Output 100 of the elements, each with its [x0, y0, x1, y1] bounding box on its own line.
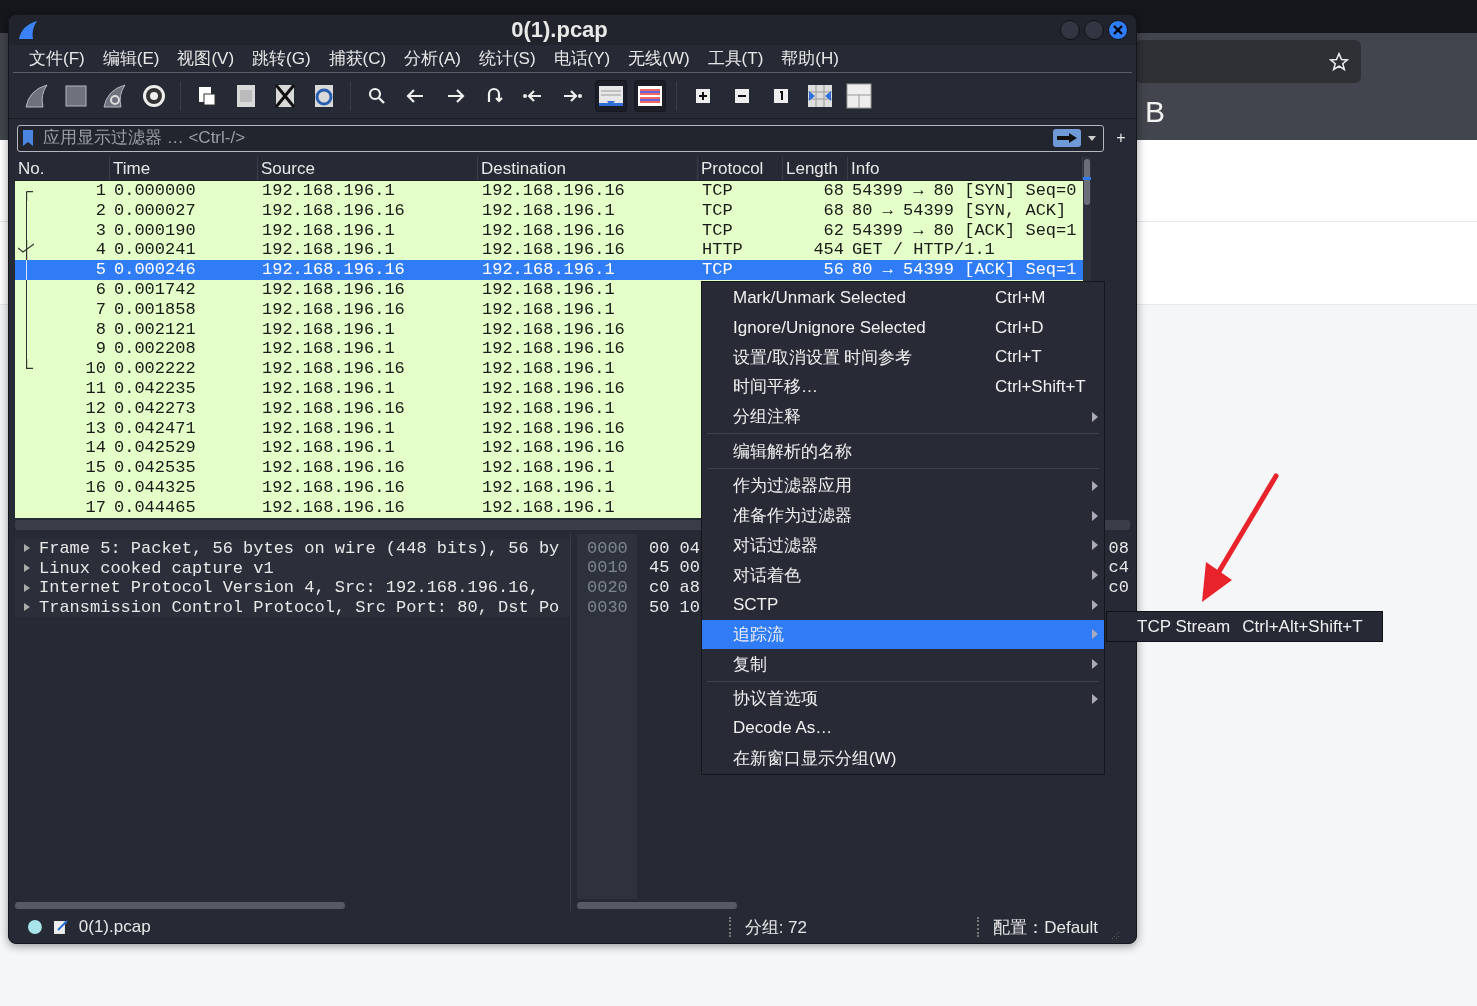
- column-header[interactable]: No.: [15, 157, 110, 180]
- table-cell-text: 0.042529: [113, 438, 197, 459]
- table-cell-text: 0.000027: [113, 200, 197, 221]
- hex-bytes: c0: [1108, 577, 1130, 598]
- edit-comment-icon[interactable]: [52, 919, 69, 935]
- scrollbar-thumb[interactable]: [1083, 157, 1091, 207]
- table-cell-text: 68: [822, 181, 845, 201]
- display-filter-field[interactable]: 应用显示过滤器 … <Ctrl-/>: [17, 124, 1104, 152]
- menu-item[interactable]: 帮助(H): [781, 47, 839, 70]
- table-cell-text: 0.000241: [113, 240, 197, 261]
- table-cell-text: 8: [95, 319, 107, 340]
- table-cell-text: 192.168.196.1: [261, 378, 396, 399]
- tree-item[interactable]: Frame 5: Packet, 56 bytes on wire (448 bits), 56 by: [15, 538, 570, 559]
- close-button[interactable]: [1108, 20, 1128, 40]
- packet-row[interactable]: 1 0.000000 192.168.196.1 192.168.196.16 TCP 68 54399 → 80 [SYN] Seq=0: [15, 181, 1083, 201]
- menu-item[interactable]: 文件(F): [29, 47, 85, 70]
- close-icon[interactable]: [1113, 25, 1123, 35]
- menu-item[interactable]: 无线(W): [628, 47, 690, 70]
- packet-row[interactable]: 5 0.000246 192.168.196.16 192.168.196.1 TCP 56 80 → 54399 [ACK] Seq=1: [15, 260, 1083, 280]
- hex-offset: 0010: [586, 558, 629, 578]
- column-header[interactable]: Time: [110, 157, 258, 180]
- table-cell-text: 62: [822, 220, 845, 241]
- menu-item[interactable]: 复制: [702, 649, 1104, 679]
- table-cell-text: 0.000190: [113, 220, 197, 241]
- menu-item[interactable]: 分析(A): [404, 47, 461, 70]
- tree-item[interactable]: Internet Protocol Version 4, Src: 192.168.196.16,: [15, 577, 570, 598]
- menu-item[interactable]: 捕获(C): [328, 47, 387, 70]
- column-header[interactable]: Destination: [478, 157, 698, 180]
- table-cell-text: 192.168.196.1: [481, 359, 616, 379]
- tree-item[interactable]: Transmission Control Protocol, Src Port: 80, Dst Po: [15, 597, 570, 618]
- table-cell-text: 192.168.196.16: [481, 181, 626, 201]
- table-cell-text: 11: [85, 378, 107, 399]
- table-cell-text: 192.168.196.16: [261, 477, 406, 498]
- menu-item[interactable]: 编辑(E): [102, 47, 160, 70]
- table-cell-text: 192.168.196.1: [261, 220, 396, 241]
- menu-item[interactable]: 对话过滤器: [702, 530, 1104, 561]
- table-cell-text: 12: [85, 398, 107, 419]
- add-filter-button[interactable]: +: [1114, 129, 1128, 147]
- star-icon[interactable]: [1329, 51, 1349, 72]
- plus-icon[interactable]: [695, 87, 711, 104]
- menu-item[interactable]: 对话着色: [702, 560, 1104, 590]
- hex-bytes: c0 a8: [648, 577, 700, 598]
- table-cell-text: 192.168.196.16: [481, 220, 626, 241]
- column-header[interactable]: Protocol: [698, 157, 783, 180]
- packet-row[interactable]: 4 0.000241 192.168.196.1 192.168.196.16 HTTP 454 GET / HTTP/1.1: [15, 240, 1083, 261]
- page-heading: B: [1145, 95, 1165, 129]
- table-cell-text: 192.168.196.1: [481, 477, 616, 498]
- table-cell-text: 192.168.196.16: [481, 378, 626, 399]
- table-cell-text: 192.168.196.16: [261, 359, 406, 379]
- table-cell-text: 192.168.196.16: [481, 418, 626, 439]
- packet-row[interactable]: 2 0.000027 192.168.196.16 192.168.196.1 TCP 68 80 → 54399 [SYN, ACK]: [15, 200, 1083, 221]
- menu-item[interactable]: TCP Stream Ctrl+Alt+Shift+T: [1107, 612, 1382, 641]
- table-cell-text: 6: [95, 280, 107, 300]
- collapsed-arrow-icon[interactable]: [23, 602, 31, 613]
- scrollbar[interactable]: [577, 902, 737, 909]
- packet-row[interactable]: 3 0.000190 192.168.196.1 192.168.196.16 TCP 62 54399 → 80 [ACK] Seq=1: [15, 220, 1083, 241]
- table-cell-text: 192.168.196.1: [481, 299, 616, 320]
- menu-item[interactable]: 跳转(G): [252, 47, 311, 70]
- table-cell-text: 192.168.196.16: [481, 240, 626, 261]
- app-logo-icon: [17, 19, 39, 41]
- table-cell-text: 54399 → 80 [ACK] Seq=1: [851, 220, 1078, 241]
- column-header[interactable]: Length: [783, 157, 848, 180]
- collapsed-arrow-icon[interactable]: [23, 582, 31, 593]
- table-cell-text: 17: [85, 497, 107, 518]
- menu-item[interactable]: 工具(T): [707, 47, 764, 70]
- menu-item[interactable]: 追踪流: [702, 619, 1104, 650]
- table-cell-text: 0.044465: [113, 497, 197, 518]
- menu-item[interactable]: 在新窗口显示分组(W): [702, 743, 1104, 773]
- menu-item[interactable]: 电话(Y): [553, 47, 611, 70]
- scrollbar[interactable]: [15, 902, 345, 909]
- table-cell-text: 192.168.196.1: [481, 458, 616, 478]
- table-cell-text: 80 → 54399 [SYN, ACK]: [851, 200, 1068, 221]
- table-cell-text: 0.042273: [113, 398, 197, 419]
- table-cell-text: 9: [95, 339, 107, 360]
- table-cell-text: 10: [85, 359, 107, 379]
- menu-item[interactable]: 协议首选项: [702, 683, 1104, 714]
- table-cell-text: 192.168.196.1: [261, 418, 396, 439]
- collapsed-arrow-icon[interactable]: [23, 543, 31, 554]
- menu-item[interactable]: 统计(S): [478, 47, 536, 70]
- table-cell-text: 4: [95, 240, 107, 261]
- minus-icon[interactable]: [734, 87, 750, 104]
- hex-offset: 0020: [586, 577, 629, 598]
- profile-label[interactable]: 配置：Default: [993, 915, 1099, 939]
- table-cell-text: 0.042471: [113, 418, 197, 439]
- table-cell-text: TCP: [701, 260, 734, 281]
- filter-input[interactable]: 应用显示过滤器 … <Ctrl-/>: [41, 127, 1047, 149]
- table-cell-text: 2: [95, 200, 107, 221]
- tree-item[interactable]: Linux cooked capture v1: [15, 558, 570, 578]
- menu-item[interactable]: 视图(V): [177, 47, 235, 70]
- expert-info-icon[interactable]: [27, 919, 43, 935]
- collapsed-arrow-icon[interactable]: [23, 563, 31, 574]
- table-cell-text: 192.168.196.16: [481, 339, 626, 360]
- table-cell-text: 0.002208: [113, 339, 197, 360]
- table-cell-text: 192.168.196.1: [261, 438, 396, 459]
- menu-item[interactable]: SCTP: [702, 589, 1104, 620]
- normal-size-icon[interactable]: [773, 87, 789, 104]
- hex-bytes: c4: [1108, 558, 1130, 578]
- menu-item[interactable]: Decode As…: [702, 713, 1104, 744]
- table-cell-text: 80 → 54399 [ACK] Seq=1: [851, 260, 1078, 281]
- column-header[interactable]: Source: [258, 157, 478, 180]
